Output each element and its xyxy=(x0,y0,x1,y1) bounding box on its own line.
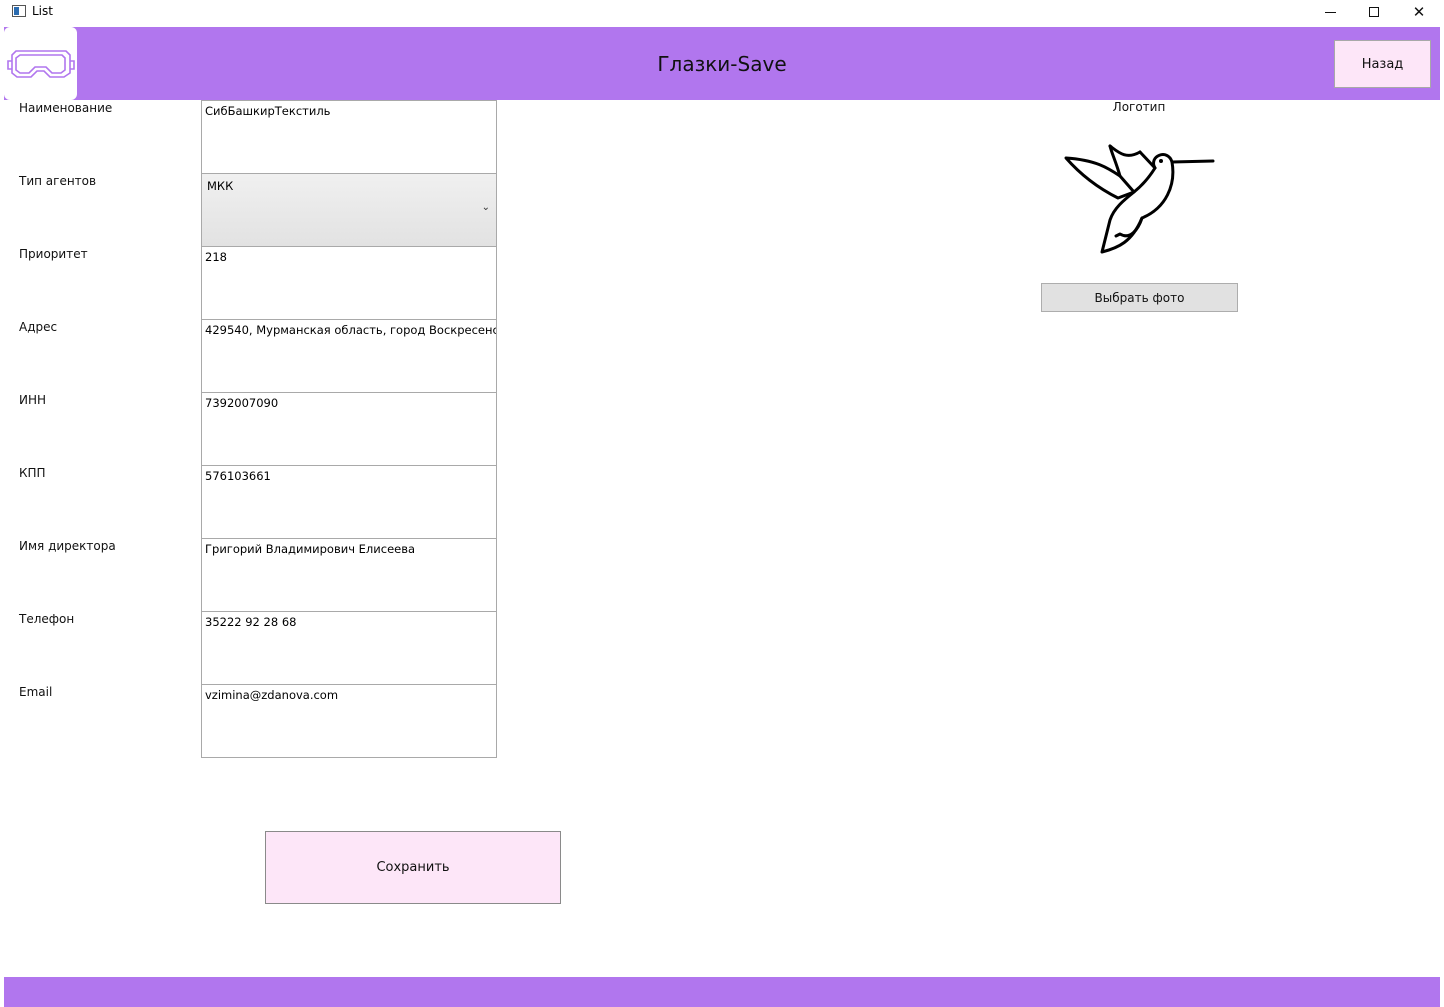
email-label: Email xyxy=(19,685,53,699)
priority-label: Приоритет xyxy=(19,247,88,261)
app-window-icon xyxy=(12,5,26,17)
name-label: Наименование xyxy=(19,101,113,115)
agent-type-value: МКК xyxy=(207,179,234,193)
maximize-button[interactable] xyxy=(1352,0,1396,24)
choose-photo-button[interactable]: Выбрать фото xyxy=(1041,283,1238,312)
maximize-icon xyxy=(1369,7,1379,17)
address-label: Адрес xyxy=(19,320,58,334)
address-field[interactable]: 429540, Мурманская область, город Воскре… xyxy=(201,319,497,393)
logo-label: Логотип xyxy=(1112,100,1166,114)
minimize-button[interactable] xyxy=(1308,0,1352,24)
window-title: List xyxy=(32,4,53,18)
app-logo xyxy=(4,27,77,100)
phone-field[interactable]: 35222 92 28 68 xyxy=(201,611,497,685)
chevron-down-icon: ⌄ xyxy=(481,202,490,213)
close-icon: ✕ xyxy=(1412,3,1426,21)
minimize-icon xyxy=(1324,11,1336,13)
director-name-label: Имя директора xyxy=(19,539,116,553)
app-header xyxy=(4,27,1440,100)
inn-label: ИНН xyxy=(19,393,47,407)
agent-type-label: Тип агентов xyxy=(19,174,97,188)
back-button[interactable]: Назад xyxy=(1334,40,1431,88)
name-field[interactable]: СибБашкирТекстиль xyxy=(201,100,497,174)
kpp-label: КПП xyxy=(19,466,46,480)
inn-field[interactable]: 7392007090 xyxy=(201,392,497,466)
agent-type-dropdown[interactable]: МКК ⌄ xyxy=(201,173,497,247)
vr-glasses-icon xyxy=(7,50,75,78)
email-field[interactable]: vzimina@zdanova.com xyxy=(201,684,497,758)
priority-field[interactable]: 218 xyxy=(201,246,497,320)
phone-label: Телефон xyxy=(19,612,75,626)
director-name-field[interactable]: Григорий Владимирович Елисеева xyxy=(201,538,497,612)
save-button[interactable]: Сохранить xyxy=(265,831,561,904)
window-titlebar: List ✕ xyxy=(0,0,1444,26)
close-button[interactable]: ✕ xyxy=(1397,0,1441,24)
app-footer xyxy=(4,977,1440,1007)
hummingbird-icon xyxy=(1064,144,1215,254)
kpp-field[interactable]: 576103661 xyxy=(201,465,497,539)
